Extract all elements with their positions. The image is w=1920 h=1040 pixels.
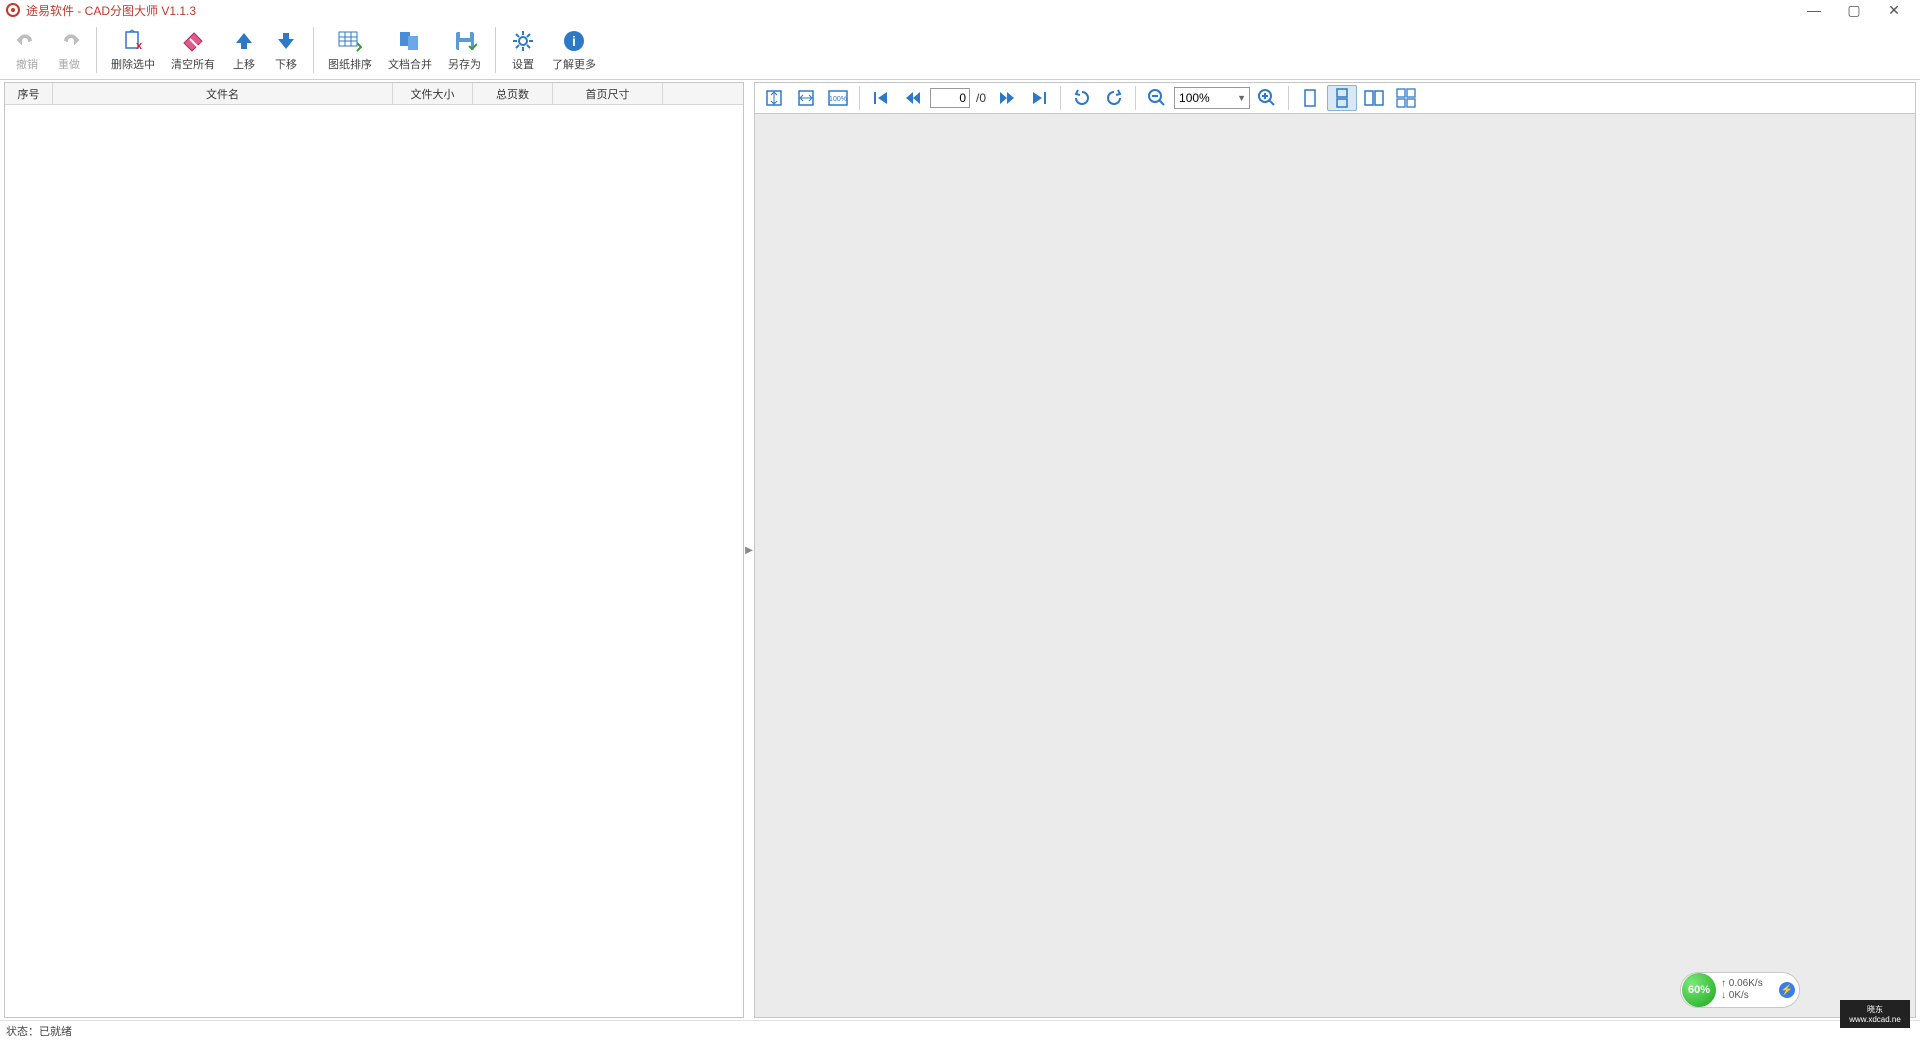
info-icon: i — [561, 28, 587, 54]
toolbar-separator — [1288, 86, 1289, 110]
redo-label: 重做 — [58, 56, 80, 72]
merge-docs-icon — [397, 28, 423, 54]
content-area: 序号 文件名 文件大小 总页数 首页尺寸 ▶ 100% /0 — [0, 80, 1920, 1020]
accelerator-icon[interactable]: ⚡ — [1779, 982, 1795, 998]
arrow-down-icon — [273, 28, 299, 54]
ribbon-separator — [96, 27, 97, 73]
app-icon — [6, 3, 20, 17]
maximize-button[interactable]: ▢ — [1834, 2, 1874, 19]
preview-panel: 100% /0 100% ▼ — [754, 82, 1916, 1018]
download-speed-label: ↓ 0K/s — [1721, 990, 1779, 1002]
continuous-page-button[interactable] — [1327, 85, 1357, 111]
svg-text:100%: 100% — [829, 96, 847, 103]
svg-text:i: i — [572, 33, 576, 49]
redo-icon — [56, 28, 82, 54]
undo-icon — [14, 28, 40, 54]
column-index[interactable]: 序号 — [5, 83, 53, 104]
table-body — [5, 105, 743, 1017]
delete-selected-label: 删除选中 — [111, 56, 155, 72]
single-page-button[interactable] — [1295, 85, 1325, 111]
zoom-in-button[interactable] — [1252, 85, 1282, 111]
window-title: 途易软件 - CAD分图大师 V1.1.3 — [26, 2, 196, 19]
splitter-grip-icon: ▶ — [745, 545, 753, 556]
two-page-continuous-button[interactable] — [1391, 85, 1421, 111]
watermark-line1: 晓东 — [1867, 1004, 1883, 1015]
watermark: 晓东 www.xdcad.ne — [1840, 1000, 1910, 1028]
network-speeds: ↑ 0.06K/s ↓ 0K/s — [1717, 978, 1779, 1002]
column-filename[interactable]: 文件名 — [53, 83, 393, 104]
rotate-right-button[interactable] — [1099, 85, 1129, 111]
two-page-button[interactable] — [1359, 85, 1389, 111]
page-number-input[interactable] — [930, 88, 970, 108]
chevron-down-icon: ▼ — [1237, 93, 1246, 103]
zoom-out-button[interactable] — [1142, 85, 1172, 111]
viewer-toolbar: 100% /0 100% ▼ — [754, 82, 1916, 114]
merge-docs-label: 文档合并 — [388, 56, 432, 72]
rotate-left-button[interactable] — [1067, 85, 1097, 111]
fit-height-button[interactable] — [759, 85, 789, 111]
cpu-usage-ball: 60% — [1682, 973, 1716, 1007]
status-bar: 状态：已就绪 — [0, 1020, 1920, 1040]
settings-button[interactable]: 设置 — [502, 26, 544, 74]
zoom-value-label: 100% — [1179, 91, 1210, 105]
zoom-select[interactable]: 100% ▼ — [1174, 87, 1250, 109]
delete-selected-button[interactable]: x 删除选中 — [103, 26, 163, 74]
clear-all-icon — [180, 28, 206, 54]
undo-button[interactable]: 撤销 — [6, 26, 48, 74]
save-as-label: 另存为 — [448, 56, 481, 72]
viewer-canvas[interactable] — [754, 114, 1916, 1018]
toolbar-separator — [859, 86, 860, 110]
sort-grid-icon — [337, 28, 363, 54]
move-down-button[interactable]: 下移 — [265, 26, 307, 74]
clear-all-label: 清空所有 — [171, 56, 215, 72]
toolbar-separator — [1135, 86, 1136, 110]
delete-file-icon: x — [120, 28, 146, 54]
learn-more-label: 了解更多 — [552, 56, 596, 72]
file-list-panel: 序号 文件名 文件大小 总页数 首页尺寸 — [4, 82, 744, 1018]
save-icon — [452, 28, 478, 54]
status-text: 状态：已就绪 — [6, 1023, 72, 1039]
sort-drawings-label: 图纸排序 — [328, 56, 372, 72]
move-down-label: 下移 — [275, 56, 297, 72]
svg-text:x: x — [136, 40, 143, 52]
arrow-up-icon — [231, 28, 257, 54]
column-filesize[interactable]: 文件大小 — [393, 83, 473, 104]
ribbon-separator — [313, 27, 314, 73]
next-page-button[interactable] — [992, 85, 1022, 111]
column-pages[interactable]: 总页数 — [473, 83, 553, 104]
toolbar-separator — [1060, 86, 1061, 110]
gear-icon — [510, 28, 536, 54]
ribbon-separator — [495, 27, 496, 73]
network-monitor-widget[interactable]: 60% ↑ 0.06K/s ↓ 0K/s ⚡ — [1680, 972, 1800, 1008]
table-header-row: 序号 文件名 文件大小 总页数 首页尺寸 — [5, 83, 743, 105]
title-bar: 途易软件 - CAD分图大师 V1.1.3 — ▢ ✕ — [0, 0, 1920, 20]
fit-width-button[interactable] — [791, 85, 821, 111]
last-page-button[interactable] — [1024, 85, 1054, 111]
clear-all-button[interactable]: 清空所有 — [163, 26, 223, 74]
upload-speed-label: ↑ 0.06K/s — [1721, 978, 1779, 990]
cpu-percent-label: 60% — [1688, 984, 1710, 996]
minimize-button[interactable]: — — [1794, 2, 1834, 18]
panel-splitter[interactable]: ▶ — [744, 80, 754, 1020]
redo-button[interactable]: 重做 — [48, 26, 90, 74]
watermark-line2: www.xdcad.ne — [1849, 1015, 1901, 1024]
page-total-label: /0 — [976, 91, 986, 105]
close-button[interactable]: ✕ — [1874, 2, 1914, 19]
column-blank[interactable] — [663, 83, 743, 104]
merge-docs-button[interactable]: 文档合并 — [380, 26, 440, 74]
settings-label: 设置 — [512, 56, 534, 72]
move-up-label: 上移 — [233, 56, 255, 72]
undo-label: 撤销 — [16, 56, 38, 72]
first-page-button[interactable] — [866, 85, 896, 111]
move-up-button[interactable]: 上移 — [223, 26, 265, 74]
learn-more-button[interactable]: i 了解更多 — [544, 26, 604, 74]
save-as-button[interactable]: 另存为 — [440, 26, 489, 74]
column-first-page-size[interactable]: 首页尺寸 — [553, 83, 663, 104]
ribbon-toolbar: 撤销 重做 x 删除选中 清空所有 上移 下移 图纸排序 文档合并 另存为 设置… — [0, 20, 1920, 80]
sort-drawings-button[interactable]: 图纸排序 — [320, 26, 380, 74]
zoom-100-button[interactable]: 100% — [823, 85, 853, 111]
prev-page-button[interactable] — [898, 85, 928, 111]
